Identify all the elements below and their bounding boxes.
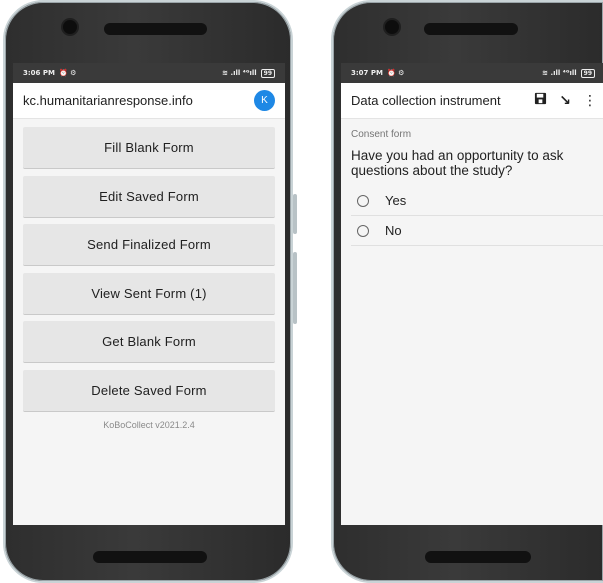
- edit-saved-form-button[interactable]: Edit Saved Form: [23, 175, 275, 218]
- bottom-speaker: [425, 551, 531, 563]
- radio-icon[interactable]: [357, 194, 369, 207]
- left-phone: 3:06 PM ⏰ ⚙ ≋ .ıll ⁴ᴳıll 99 kc.humanitar…: [3, 0, 297, 583]
- battery-icon: 99: [580, 68, 595, 78]
- question-form: Consent form Have you had an opportunity…: [341, 119, 603, 246]
- status-time: 3:07 PM: [351, 69, 383, 77]
- form-app-bar: Data collection instrument ↘ ⋮: [341, 83, 603, 119]
- option-label: No: [385, 223, 402, 238]
- option-label: Yes: [385, 193, 407, 208]
- speaker-grille: [104, 23, 207, 35]
- bottom-speaker: [93, 551, 207, 563]
- save-icon[interactable]: [534, 92, 547, 109]
- option-yes[interactable]: Yes: [351, 186, 603, 216]
- question-text: Have you had an opportunity to ask quest…: [351, 148, 564, 178]
- camera-icon: [63, 20, 77, 34]
- main-menu: Fill Blank Form Edit Saved Form Send Fin…: [13, 119, 285, 430]
- delete-saved-form-button[interactable]: Delete Saved Form: [23, 369, 275, 412]
- speaker-grille: [424, 23, 518, 35]
- more-options-icon[interactable]: ⋮: [583, 93, 597, 109]
- view-sent-form-button[interactable]: View Sent Form (1): [23, 272, 275, 315]
- signal-icon: ≋ .ıll ⁴ᴳıll: [222, 69, 257, 77]
- right-phone: 3:07 PM ⏰ ⚙ ≋ .ıll ⁴ᴳıll 99 Data collect…: [331, 0, 603, 583]
- server-title: kc.humanitarianresponse.info: [23, 93, 193, 108]
- app-bar: kc.humanitarianresponse.info K: [13, 83, 285, 119]
- status-time: 3:06 PM: [23, 69, 55, 77]
- right-screen: 3:07 PM ⏰ ⚙ ≋ .ıll ⁴ᴳıll 99 Data collect…: [341, 63, 603, 525]
- radio-icon[interactable]: [357, 224, 369, 237]
- option-no[interactable]: No: [351, 216, 603, 246]
- fill-blank-form-button[interactable]: Fill Blank Form: [23, 127, 275, 169]
- go-to-prompt-icon[interactable]: ↘: [559, 93, 571, 109]
- volume-button: [293, 194, 297, 234]
- get-blank-form-button[interactable]: Get Blank Form: [23, 321, 275, 364]
- account-avatar[interactable]: K: [254, 90, 275, 111]
- power-button: [293, 252, 297, 324]
- status-bar: 3:07 PM ⏰ ⚙ ≋ .ıll ⁴ᴳıll 99: [341, 63, 603, 83]
- app-version: KoBoCollect v2021.2.4: [103, 419, 195, 430]
- send-finalized-form-button[interactable]: Send Finalized Form: [23, 224, 275, 267]
- signal-icon: ≋ .ıll ⁴ᴳıll: [542, 69, 577, 77]
- status-icons: ⏰ ⚙: [58, 69, 77, 77]
- battery-icon: 99: [260, 68, 275, 78]
- status-bar: 3:06 PM ⏰ ⚙ ≋ .ıll ⁴ᴳıll 99: [13, 63, 285, 83]
- status-icons: ⏰ ⚙: [386, 69, 405, 77]
- left-screen: 3:06 PM ⏰ ⚙ ≋ .ıll ⁴ᴳıll 99 kc.humanitar…: [13, 63, 285, 525]
- form-title: Data collection instrument: [351, 93, 501, 108]
- group-label: Consent form: [351, 129, 412, 140]
- camera-icon: [385, 20, 399, 34]
